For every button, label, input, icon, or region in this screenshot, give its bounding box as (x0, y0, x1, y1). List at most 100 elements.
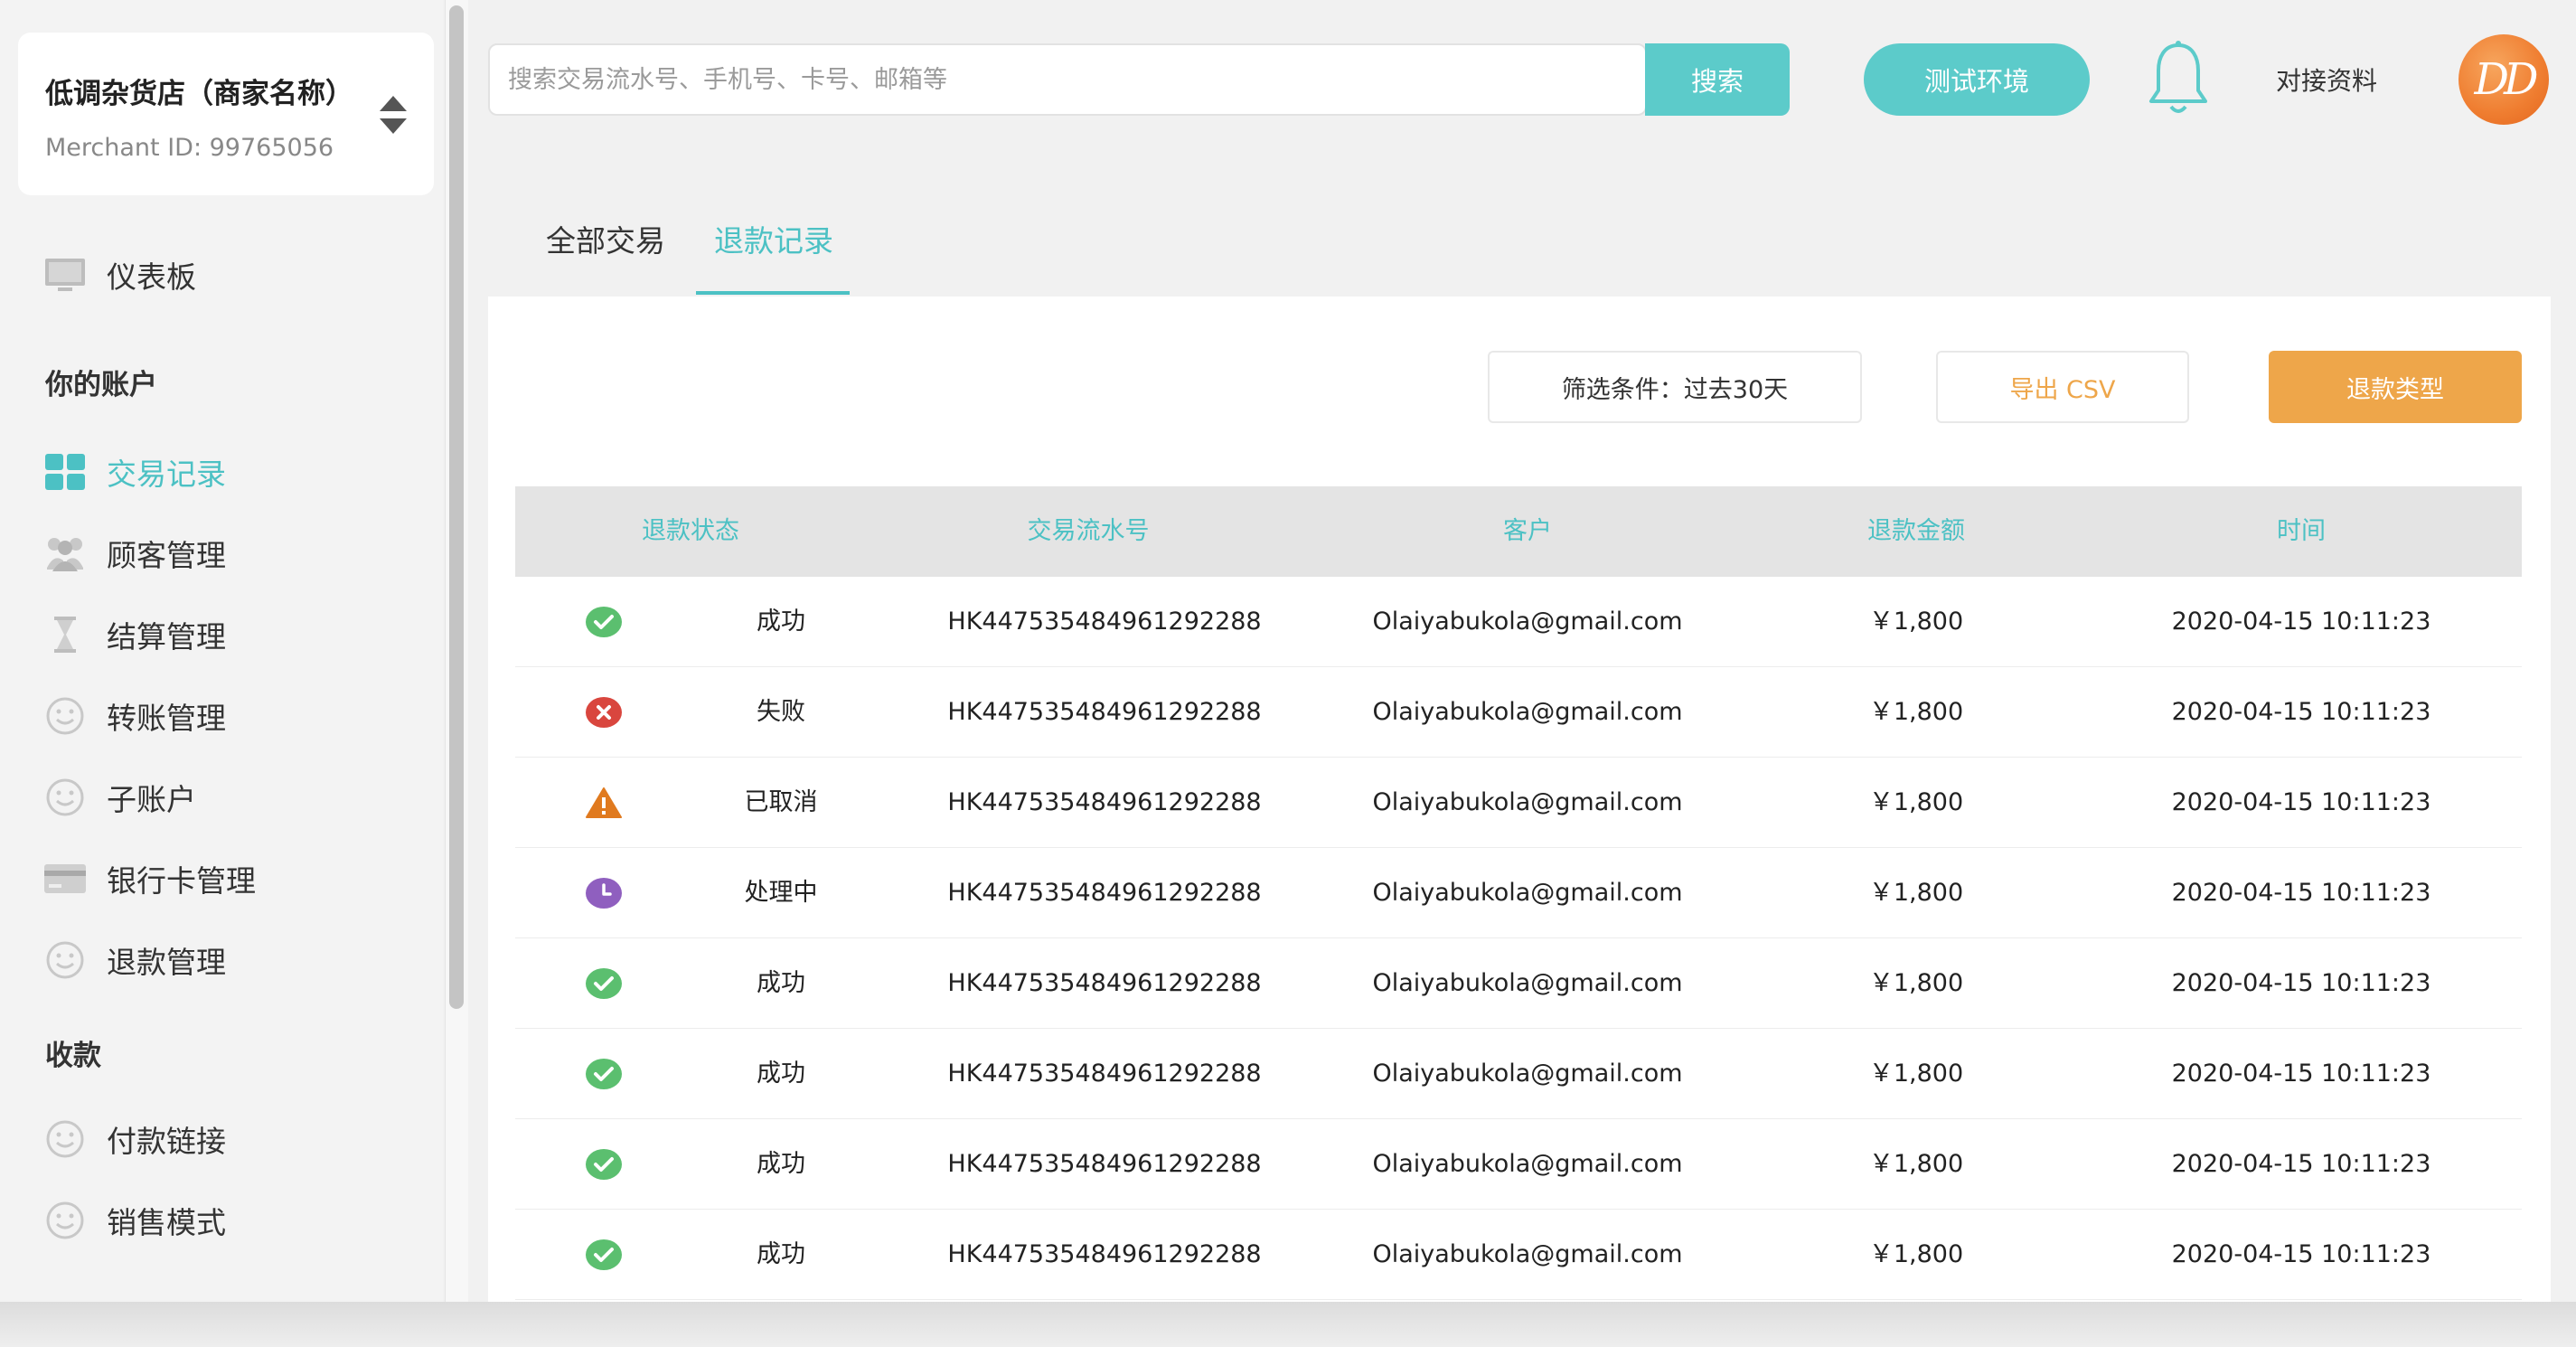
check-circle-icon (586, 1058, 622, 1090)
search-input[interactable] (490, 45, 1645, 114)
sidebar-scrollbar-thumb[interactable] (449, 5, 464, 1009)
transaction-id-cell: HK447535484961292288 (947, 788, 1262, 816)
table-row[interactable]: 失败 HK447535484961292288 Olaiyabukola@gmail… (515, 667, 2522, 758)
active-tab-indicator (696, 291, 850, 295)
sidebar-item-refunds[interactable]: 退款管理 (43, 933, 226, 987)
transaction-id-cell: HK447535484961292288 (947, 1240, 1262, 1268)
sidebar-item-settlement[interactable]: 结算管理 (43, 608, 226, 662)
sidebar-item-label: 子账户 (107, 782, 196, 817)
table-header: 退款状态 交易流水号 客户 退款金额 时间 (515, 486, 2522, 577)
test-environment-button[interactable]: 测试环境 (1864, 43, 2090, 116)
integration-docs-link[interactable]: 对接资料 (2276, 61, 2377, 98)
time-cell: 2020-04-15 10:11:23 (2171, 1240, 2431, 1268)
column-header-status[interactable]: 退款状态 (642, 486, 739, 577)
smiley-icon (43, 694, 87, 738)
search-button[interactable]: 搜索 (1645, 43, 1790, 116)
transaction-id-cell: HK447535484961292288 (947, 879, 1262, 907)
status-label: 成功 (757, 1240, 805, 1268)
customer-email-cell: Olaiyabukola@gmail.com (1372, 788, 1683, 816)
sidebar-item-sales-mode[interactable]: 销售模式 (43, 1193, 226, 1248)
transaction-id-cell: HK447535484961292288 (947, 1150, 1262, 1178)
column-header-customer[interactable]: 客户 (1503, 486, 1552, 577)
sidebar: 低调杂货店（商家名称） Merchant ID: 99765056 仪表板 你的… (0, 0, 443, 1302)
time-cell: 2020-04-15 10:11:23 (2171, 608, 2431, 636)
section-title-collect: 收款 (45, 1040, 101, 1072)
time-cell: 2020-04-15 10:11:23 (2171, 879, 2431, 907)
table-row[interactable]: 处理中 HK447535484961292288 Olaiyabukola@gmai… (515, 848, 2522, 938)
time-cell: 2020-04-15 10:11:23 (2171, 969, 2431, 997)
time-cell: 2020-04-15 10:11:23 (2171, 698, 2431, 726)
window-bottom-shadow (0, 1302, 2576, 1347)
status-label: 成功 (757, 608, 805, 636)
sidebar-item-bank-cards[interactable]: 银行卡管理 (43, 852, 256, 906)
transaction-id-cell: HK447535484961292288 (947, 698, 1262, 726)
table-row[interactable]: 成功 HK447535484961292288 Olaiyabukola@gmail… (515, 1210, 2522, 1300)
status-label: 已取消 (744, 788, 818, 816)
customer-email-cell: Olaiyabukola@gmail.com (1372, 608, 1683, 636)
status-label: 处理中 (744, 879, 818, 907)
check-circle-icon (586, 606, 622, 638)
sort-arrows-icon[interactable] (378, 94, 409, 136)
time-cell: 2020-04-15 10:11:23 (2171, 1060, 2431, 1088)
customer-email-cell: Olaiyabukola@gmail.com (1372, 1060, 1683, 1088)
sidebar-item-transfers[interactable]: 转账管理 (43, 689, 226, 743)
refund-amount-cell: ￥1,800 (1868, 879, 1964, 907)
customer-email-cell: Olaiyabukola@gmail.com (1372, 969, 1683, 997)
check-circle-icon (586, 1239, 622, 1271)
sidebar-item-label: 销售模式 (107, 1205, 226, 1240)
hourglass-icon (43, 613, 87, 656)
check-circle-icon (586, 967, 622, 1000)
sidebar-item-payment-links[interactable]: 付款链接 (43, 1112, 226, 1166)
merchant-name: 低调杂货店（商家名称） (45, 78, 353, 110)
smiley-icon (43, 1117, 87, 1161)
smiley-icon (43, 776, 87, 819)
sidebar-item-label: 结算管理 (107, 619, 226, 655)
sidebar-item-dashboard[interactable]: 仪表板 (43, 248, 196, 302)
table-row[interactable]: 已取消 HK447535484961292288 Olaiyabukola@gmai… (515, 758, 2522, 848)
refund-amount-cell: ￥1,800 (1868, 608, 1964, 636)
transaction-id-cell: HK447535484961292288 (947, 1060, 1262, 1088)
refund-amount-cell: ￥1,800 (1868, 1150, 1964, 1178)
tab-all-transactions[interactable]: 全部交易 (546, 217, 665, 260)
sidebar-item-transactions[interactable]: 交易记录 (43, 445, 226, 499)
refund-type-button[interactable]: 退款类型 (2269, 351, 2522, 423)
sidebar-item-customers[interactable]: 顾客管理 (43, 526, 226, 580)
status-label: 失败 (757, 698, 805, 726)
sidebar-item-subaccount[interactable]: 子账户 (43, 770, 196, 824)
avatar[interactable]: DD (2458, 34, 2549, 125)
clock-icon (586, 877, 622, 909)
sidebar-item-label: 付款链接 (107, 1124, 226, 1159)
table-row[interactable]: 成功 HK447535484961292288 Olaiyabukola@gmail… (515, 1029, 2522, 1119)
export-csv-button[interactable]: 导出 CSV (1936, 351, 2189, 423)
status-label: 成功 (757, 1060, 805, 1088)
bell-icon[interactable] (2142, 38, 2214, 119)
transaction-id-cell: HK447535484961292288 (947, 969, 1262, 997)
merchant-switcher[interactable]: 低调杂货店（商家名称） Merchant ID: 99765056 (18, 33, 434, 195)
warning-triangle-icon (586, 787, 622, 819)
refund-table-body: 成功 HK447535484961292288 Olaiyabukola@gmail… (515, 577, 2522, 1300)
grid-icon (43, 450, 87, 494)
check-circle-icon (586, 1148, 622, 1181)
refund-amount-cell: ￥1,800 (1868, 1060, 1964, 1088)
column-header-time[interactable]: 时间 (2277, 486, 2326, 577)
customer-email-cell: Olaiyabukola@gmail.com (1372, 1150, 1683, 1178)
table-row[interactable]: 成功 HK447535484961292288 Olaiyabukola@gmail… (515, 577, 2522, 667)
column-header-amount[interactable]: 退款金额 (1867, 486, 1965, 577)
column-header-transaction-id[interactable]: 交易流水号 (1028, 486, 1150, 577)
merchant-id: Merchant ID: 99765056 (45, 134, 334, 162)
table-row[interactable]: 成功 HK447535484961292288 Olaiyabukola@gmail… (515, 1119, 2522, 1210)
filter-button[interactable]: 筛选条件：过去30天 (1488, 351, 1862, 423)
sidebar-item-label: 退款管理 (107, 945, 226, 980)
sidebar-item-label: 仪表板 (107, 259, 196, 295)
sidebar-item-label: 顾客管理 (107, 538, 226, 573)
table-row[interactable]: 成功 HK447535484961292288 Olaiyabukola@gmail… (515, 938, 2522, 1029)
refund-amount-cell: ￥1,800 (1868, 1240, 1964, 1268)
tab-refund-records[interactable]: 退款记录 (714, 217, 833, 260)
refund-amount-cell: ￥1,800 (1868, 969, 1964, 997)
sidebar-item-label: 交易记录 (107, 457, 226, 492)
users-icon (43, 532, 87, 575)
card-icon (43, 857, 87, 900)
customer-email-cell: Olaiyabukola@gmail.com (1372, 1240, 1683, 1268)
monitor-icon (43, 253, 87, 297)
refund-amount-cell: ￥1,800 (1868, 788, 1964, 816)
